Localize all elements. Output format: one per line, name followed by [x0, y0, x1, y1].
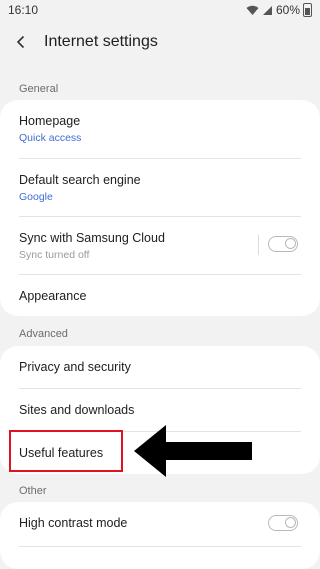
- pointer-arrow-icon: [134, 425, 252, 477]
- toggle-separator: [258, 235, 259, 255]
- sites-label: Sites and downloads: [19, 403, 135, 417]
- other-card: High contrast mode: [0, 502, 320, 569]
- back-button[interactable]: [0, 20, 42, 64]
- section-header-general: General: [19, 83, 59, 95]
- appearance-label: Appearance: [19, 288, 87, 303]
- high-contrast-toggle[interactable]: [268, 515, 298, 531]
- section-header-other: Other: [19, 485, 47, 497]
- back-arrow-icon: [16, 35, 25, 49]
- page-title: Internet settings: [44, 33, 158, 50]
- sync-toggle[interactable]: [268, 236, 298, 252]
- privacy-label: Privacy and security: [19, 360, 131, 374]
- status-time: 16:10: [8, 3, 39, 17]
- signal-icon: [262, 5, 272, 15]
- section-header-advanced: Advanced: [19, 328, 68, 340]
- homepage-item[interactable]: Homepage Quick access: [0, 100, 320, 158]
- wifi-icon: [246, 5, 259, 15]
- battery-percent: 60%: [275, 3, 300, 17]
- highlight-box: [9, 430, 123, 472]
- homepage-label: Homepage: [19, 114, 81, 128]
- status-bar: 16:10 60%: [0, 0, 320, 20]
- homepage-value: Quick access: [19, 132, 82, 144]
- search-engine-label: Default search engine: [19, 172, 141, 187]
- battery-icon: [303, 3, 312, 17]
- default-search-engine-item[interactable]: Default search engine Google: [0, 159, 320, 216]
- app-bar: Internet settings: [0, 20, 320, 64]
- status-icons: 60%: [246, 3, 312, 17]
- divider: [19, 546, 301, 547]
- privacy-security-item[interactable]: Privacy and security: [0, 346, 320, 388]
- general-card: Homepage Quick access Default search eng…: [0, 100, 320, 316]
- search-engine-value: Google: [19, 190, 53, 203]
- appearance-item[interactable]: Appearance: [0, 275, 320, 316]
